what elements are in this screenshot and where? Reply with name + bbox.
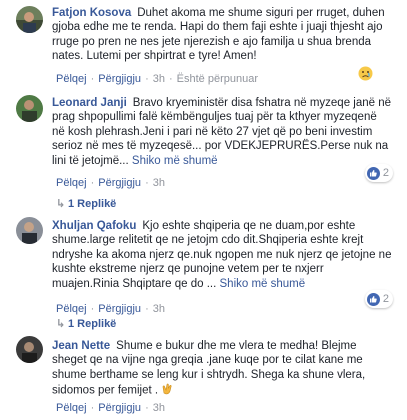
like-link[interactable]: Pëlqej (56, 177, 87, 189)
timestamp[interactable]: 3h (153, 303, 165, 315)
comment-author[interactable]: Leonard Janji (52, 97, 127, 109)
comment-actions: Pëlqej · Përgjigju · 3h · Është përpunuar (56, 73, 258, 85)
view-replies-link[interactable]: ↳ 1 Replikë (56, 317, 116, 330)
reply-link[interactable]: Përgjigju (98, 177, 141, 189)
like-link[interactable]: Pëlqej (56, 402, 87, 414)
clapping-hands-icon (161, 382, 174, 399)
reaction-count[interactable]: 2 (364, 164, 393, 182)
comment-actions: Pëlqej · Përgjigju · 3h (56, 177, 165, 189)
comment-author[interactable]: Fatjon Kosova (52, 7, 131, 19)
comment-body: Leonard Janji Bravo kryeministër disa fsh… (52, 96, 392, 168)
reaction-count[interactable]: 2 (364, 290, 393, 308)
like-link[interactable]: Pëlqej (56, 73, 87, 85)
like-icon (366, 292, 380, 306)
like-link[interactable]: Pëlqej (56, 303, 87, 315)
comment-actions: Pëlqej · Përgjigju · 3h (56, 303, 165, 315)
comment-actions: Pëlqej · Përgjigju · 3h (56, 402, 165, 414)
reply-arrow-icon: ↳ (56, 198, 66, 210)
comment-body: Jean Nette Shume e bukur dhe me vlera te … (52, 339, 392, 400)
comment-author[interactable]: Jean Nette (52, 340, 110, 352)
timestamp[interactable]: 3h (153, 177, 165, 189)
comment-author[interactable]: Xhuljan Qafoku (52, 220, 136, 232)
comment-body: Fatjon Kosova Duhet akoma me shume siguri… (52, 6, 392, 64)
reply-link[interactable]: Përgjigju (98, 303, 141, 315)
timestamp[interactable]: 3h (153, 73, 165, 85)
view-replies-link[interactable]: ↳ 1 Replikë (56, 197, 116, 210)
avatar[interactable] (16, 95, 43, 122)
avatar[interactable] (16, 217, 43, 244)
timestamp[interactable]: 3h (153, 402, 165, 414)
reply-link[interactable]: Përgjigju (98, 402, 141, 414)
see-more-link[interactable]: Shiko më shumë (132, 155, 218, 167)
reply-arrow-icon: ↳ (56, 318, 66, 330)
comment-body: Xhuljan Qafoku Kjo eshte shqiperia qe ne … (52, 219, 392, 291)
reply-link[interactable]: Përgjigju (98, 73, 141, 85)
sad-emoji-icon[interactable] (358, 66, 373, 84)
avatar[interactable] (16, 336, 43, 363)
see-more-link[interactable]: Shiko më shumë (220, 278, 306, 290)
like-icon (366, 166, 380, 180)
edited-label[interactable]: Është përpunuar (177, 73, 258, 85)
avatar[interactable] (16, 6, 43, 33)
